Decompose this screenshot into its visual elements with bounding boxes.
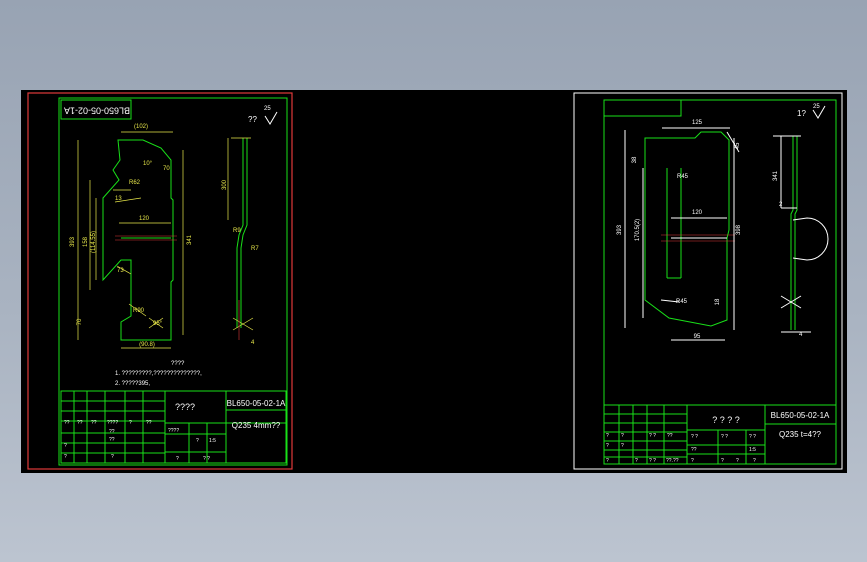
dim-top: (102) (134, 124, 148, 130)
svg-text:?: ? (606, 458, 609, 464)
dim-r-top: R62 (129, 180, 141, 186)
svg-text:?: ? (196, 438, 199, 444)
svg-text:?: ? (635, 458, 638, 464)
left-side-view: 300 R9 R7 4 (222, 137, 259, 346)
svg-text:?: ? (606, 443, 609, 449)
left-drawing-sheet[interactable]: BL650-05-02-1A ?? 25 (102) 10° R62 70 12… (27, 92, 293, 470)
svg-text:??: ?? (64, 420, 70, 426)
svg-text:? ?: ? ? (203, 456, 210, 462)
svg-text:??: ?? (667, 433, 673, 439)
svg-text:????: ???? (168, 428, 179, 434)
svg-text:? ?: ? ? (649, 458, 656, 464)
dim-right-h: 341 (187, 234, 193, 245)
svg-text:25: 25 (813, 104, 820, 110)
side-dim-r: R9 (233, 228, 241, 234)
r-dim-right-h: 398 (736, 224, 742, 235)
r-side-dim-top: 341 (773, 170, 779, 181)
svg-text:? ?: ? ? (649, 433, 656, 439)
svg-text:? ?: ? ? (749, 434, 756, 440)
r-dim-left-inner: 170.5(2) (635, 219, 641, 241)
svg-text:?: ? (176, 456, 179, 462)
r-side-dim-4: 4 (799, 332, 803, 338)
right-drawing-sheet[interactable]: 1? 25 125 45 R45 38 393 170.5(2) 398 120… (573, 92, 843, 470)
dim-13: 13 (115, 196, 122, 202)
side-dim-d: 4 (251, 340, 255, 346)
svg-text:??: ?? (146, 420, 152, 426)
cad-viewport[interactable]: BL650-05-02-1A ?? 25 (102) 10° R62 70 12… (21, 90, 847, 473)
left-drawing-number: BL650-05-02-1A (227, 399, 286, 408)
svg-text:??: ?? (91, 420, 97, 426)
svg-text:?: ? (736, 458, 739, 464)
right-material: Q235 t=4?? (779, 430, 822, 439)
r-dim-120: 120 (692, 210, 703, 216)
r-side-dim-2: 2 (779, 202, 783, 208)
svg-text:25: 25 (264, 106, 271, 112)
side-dim-r2: R7 (251, 246, 259, 252)
right-main-view: 125 45 R45 38 393 170.5(2) 398 120 R45 1… (617, 120, 742, 341)
left-sheet-selection-frame (27, 92, 293, 470)
svg-text:????: ???? (107, 420, 118, 426)
svg-text:?: ? (64, 454, 67, 460)
dim-70b: 70 (77, 318, 83, 325)
dim-73: 73 (117, 268, 124, 274)
svg-text:??: ?? (691, 447, 697, 453)
dim-120: 120 (139, 216, 150, 222)
svg-text:?: ? (129, 420, 132, 426)
dim-left-outer: 393 (70, 236, 76, 247)
svg-text:??: ?? (109, 429, 115, 435)
right-roughness-symbol: 1? 25 (797, 104, 826, 119)
left-roughness-symbol: ?? 25 (248, 106, 278, 125)
left-rotated-drawing-number: BL650-05-02-1A (64, 106, 130, 116)
svg-text:?: ? (753, 458, 756, 464)
svg-text:? ?: ? ? (721, 434, 728, 440)
dim-left-inner2: (114.55) (91, 231, 97, 253)
r-dim-r1: R45 (677, 174, 689, 180)
r-dim-bottom: 95 (694, 334, 701, 340)
side-dim-top: 300 (222, 179, 228, 190)
svg-text:?: ? (621, 443, 624, 449)
right-side-view: 341 2 4 (773, 135, 829, 338)
r-dim-top: 125 (692, 120, 703, 126)
dim-angle-a: 10° (143, 161, 153, 167)
svg-text:1:5: 1:5 (209, 438, 216, 444)
svg-text:??.??: ??.?? (666, 458, 679, 464)
svg-text:????: ???? (171, 361, 185, 367)
svg-text:??: ?? (109, 437, 115, 443)
svg-text:1?: 1? (797, 109, 806, 118)
r-dim-45: 45 (735, 142, 741, 149)
svg-text:?: ? (691, 458, 694, 464)
svg-text:1:5: 1:5 (749, 447, 756, 453)
left-rotated-number-box: BL650-05-02-1A (60, 99, 132, 120)
r-dim-18: 18 (715, 298, 721, 305)
svg-text:?: ? (606, 433, 609, 439)
dim-angle-b: 95° (153, 321, 163, 327)
dim-r-bottom: R90 (133, 308, 145, 314)
r-dim-r2: R45 (676, 299, 688, 305)
left-title-block: ???? BL650-05-02-1A Q235 4mm?? ?? ?? ? ? … (60, 390, 287, 464)
left-main-view: (102) 10° R62 70 120 13 393 158 (114.55)… (70, 124, 193, 349)
svg-text:??: ?? (248, 115, 257, 124)
svg-text:1. ?????????,??????????????,: 1. ?????????,??????????????, (115, 371, 202, 377)
svg-text:? ?: ? ? (691, 434, 698, 440)
svg-text:?: ? (721, 458, 724, 464)
dim-bottom: (90.8) (139, 342, 155, 348)
svg-text:?: ? (111, 454, 114, 460)
right-corner-box (604, 100, 682, 117)
svg-text:?: ? (64, 443, 67, 449)
svg-text:??: ?? (77, 420, 83, 426)
cad-canvas[interactable]: BL650-05-02-1A ?? 25 (102) 10° R62 70 12… (21, 90, 847, 473)
svg-text:2. ?????395,: 2. ?????395, (115, 381, 150, 387)
left-part-name: ???? (175, 402, 195, 412)
svg-text:?: ? (621, 433, 624, 439)
r-dim-38: 38 (632, 156, 638, 163)
dim-70: 70 (163, 166, 170, 172)
left-technical-notes: ???? 1. ?????????,??????????????, 2. ???… (115, 361, 202, 387)
right-part-name: ? ? ? ? (712, 415, 740, 425)
right-drawing-number: BL650-05-02-1A (771, 411, 830, 420)
left-material: Q235 4mm?? (232, 421, 281, 430)
right-sheet-border (603, 99, 837, 465)
right-title-block: ? ? ? ? BL650-05-02-1A Q235 t=4?? ? ? ? … (603, 404, 837, 465)
r-dim-left-outer: 393 (617, 224, 623, 235)
dim-left-inner: 158 (83, 236, 89, 247)
